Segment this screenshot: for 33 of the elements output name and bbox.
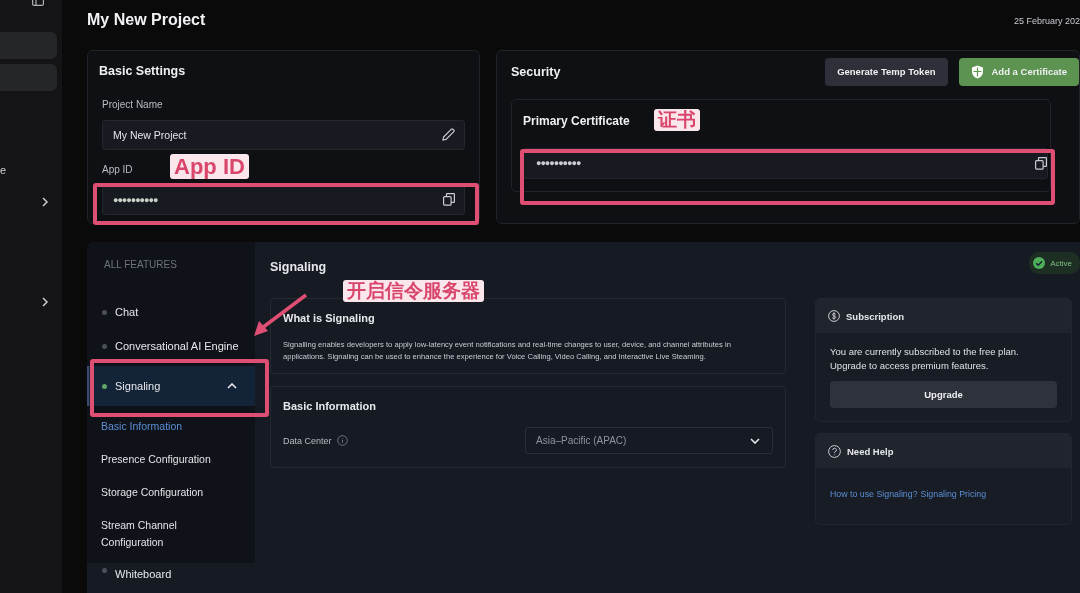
card-title: Subscription [846, 310, 905, 322]
section-title: What is Signaling [283, 312, 376, 324]
date-label: 25 February 202 [1013, 15, 1080, 26]
field-label: App ID [102, 163, 133, 176]
annotation-label: 证书 [654, 109, 700, 131]
help-link[interactable]: How to use Signaling? [830, 489, 918, 499]
annotation-label: 开启信令服务器 [343, 280, 484, 302]
annotation-label: App ID [170, 154, 249, 180]
input-field[interactable]: My New Project [102, 119, 465, 150]
section-heading: ALL FEATURES [104, 259, 178, 270]
sub-item[interactable]: Presence Configuration [87, 451, 215, 468]
field-label: Data Center [283, 435, 332, 446]
feature-item[interactable]: Whiteboard [87, 563, 255, 593]
subscription-text: You are currently subscribed to the free plan. Upgrade to access premium features. [830, 346, 1019, 371]
sub-item[interactable]: Stream Channel Configuration [87, 517, 215, 551]
section-title: Basic Information [283, 400, 377, 412]
feature-item[interactable]: Signaling [87, 366, 255, 406]
help-link[interactable]: Signaling Pricing [920, 489, 987, 499]
card-title: Need Help [847, 445, 894, 457]
upgrade-button[interactable]: Upgrade [830, 381, 1057, 408]
feature-item[interactable]: Chat [87, 295, 255, 329]
panel-title: Signaling [270, 260, 327, 274]
sidebar-label[interactable]: e [0, 164, 7, 176]
token-button[interactable]: Generate Temp Token [825, 57, 948, 86]
project-title: My New Project [87, 10, 206, 29]
sub-item[interactable]: Storage Configuration [87, 484, 215, 501]
sub-item[interactable]: Basic Information [87, 418, 215, 435]
field-label: Project Name [102, 98, 163, 111]
card-title: Security [511, 64, 562, 79]
certificate-title: Primary Certificate [523, 113, 630, 128]
dropdown[interactable]: Asia–Pacific (APAC) [525, 427, 773, 454]
status-badge: Active [1029, 252, 1080, 274]
card-title: Basic Settings [99, 63, 187, 78]
